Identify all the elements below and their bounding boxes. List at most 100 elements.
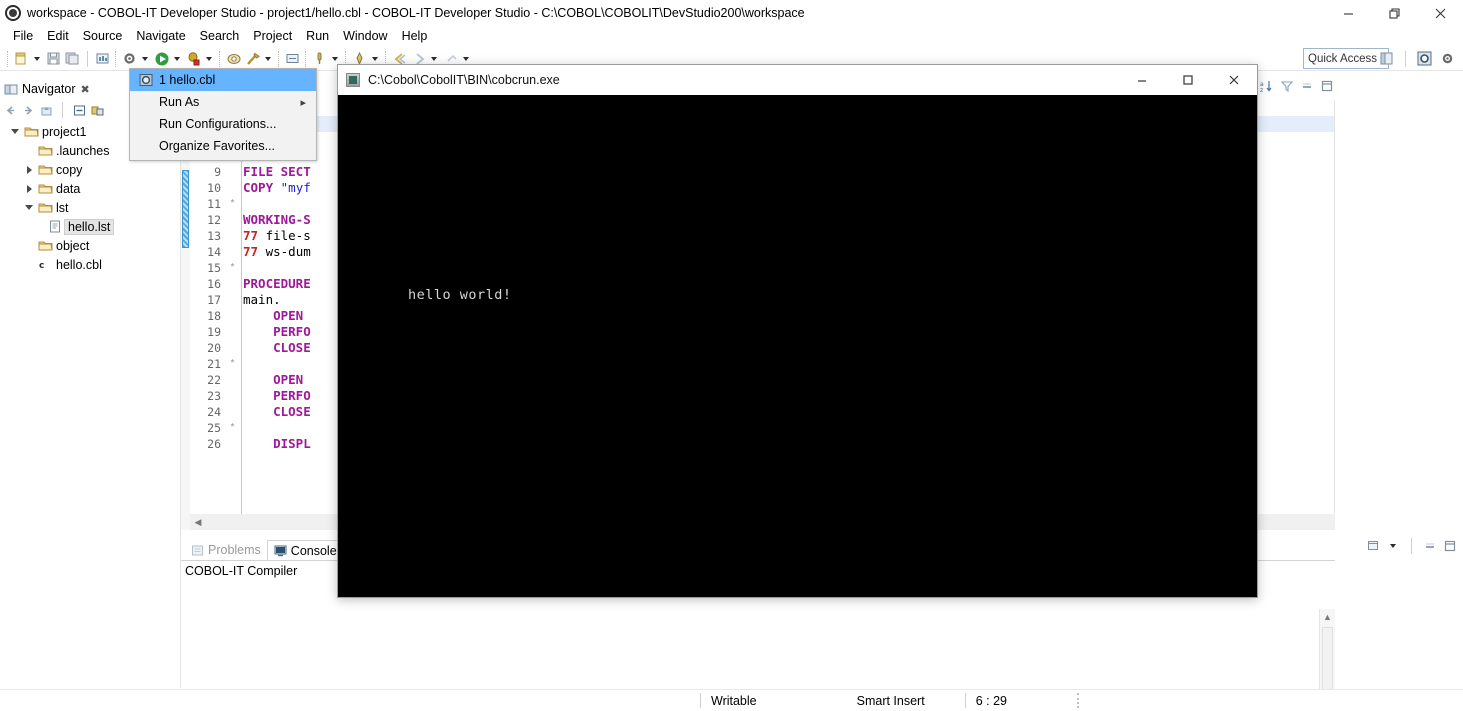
menu-help[interactable]: Help bbox=[395, 27, 435, 45]
fold-marker[interactable] bbox=[224, 340, 241, 356]
menu-item-hello-cbl[interactable]: 1 hello.cbl bbox=[130, 69, 316, 91]
debug-dropdown-icon[interactable] bbox=[203, 51, 214, 67]
fold-marker[interactable]: * bbox=[224, 260, 241, 276]
fold-marker[interactable]: * bbox=[224, 420, 241, 436]
menu-navigate[interactable]: Navigate bbox=[129, 27, 192, 45]
menu-run[interactable]: Run bbox=[299, 27, 336, 45]
tree-item-lst[interactable]: lst bbox=[0, 198, 180, 217]
status-resize-grip[interactable] bbox=[1076, 693, 1081, 708]
open-perspective-icon[interactable] bbox=[1378, 50, 1395, 67]
run-icon[interactable] bbox=[153, 50, 170, 67]
maximize-icon[interactable] bbox=[1165, 65, 1211, 95]
menu-edit[interactable]: Edit bbox=[40, 27, 76, 45]
fold-marker[interactable] bbox=[224, 324, 241, 340]
menu-item-label: Organize Favorites... bbox=[159, 139, 276, 153]
minimize-icon[interactable] bbox=[1119, 65, 1165, 95]
cobol-perspective-icon[interactable] bbox=[1416, 50, 1433, 67]
navigator-panel: Navigator ✖ project1 .launches copy data… bbox=[0, 78, 180, 688]
application-window: workspace - COBOL-IT Developer Studio - … bbox=[0, 0, 1463, 711]
tree-item-copy[interactable]: copy bbox=[0, 160, 180, 179]
close-icon[interactable]: ✖ bbox=[81, 83, 90, 96]
code-token: DISPL bbox=[243, 436, 311, 451]
chevron-down-icon[interactable] bbox=[1387, 538, 1398, 554]
minimize-icon[interactable] bbox=[1423, 539, 1437, 553]
menu-item-organize-favorites[interactable]: Organize Favorites... bbox=[130, 135, 316, 157]
chevron-right-icon[interactable] bbox=[22, 166, 36, 174]
scrollbar-thumb[interactable] bbox=[1322, 627, 1333, 695]
fold-marker[interactable] bbox=[224, 372, 241, 388]
debug-icon[interactable] bbox=[185, 50, 202, 67]
search-dropdown-icon[interactable] bbox=[262, 51, 273, 67]
menu-item-run-configurations[interactable]: Run Configurations... bbox=[130, 113, 316, 135]
fold-gutter[interactable]: ***** bbox=[224, 100, 242, 530]
navigator-tab-label: Navigator bbox=[22, 82, 76, 96]
maximize-icon[interactable] bbox=[1443, 539, 1457, 553]
fold-marker[interactable] bbox=[224, 164, 241, 180]
tree-item-data[interactable]: data bbox=[0, 179, 180, 198]
fold-marker[interactable] bbox=[224, 244, 241, 260]
link-with-editor-icon[interactable] bbox=[90, 103, 104, 117]
tree-item-object[interactable]: object bbox=[0, 236, 180, 255]
maximize-icon[interactable] bbox=[1320, 79, 1334, 93]
line-number: 9 bbox=[214, 165, 221, 179]
up-icon[interactable] bbox=[39, 103, 53, 117]
search-icon[interactable] bbox=[244, 50, 261, 67]
console-output-area[interactable]: hello world! bbox=[338, 95, 1257, 597]
line-number: 15 bbox=[207, 261, 221, 275]
collapse-all-icon[interactable] bbox=[72, 103, 86, 117]
menu-item-run-as[interactable]: Run As ▸ bbox=[130, 91, 316, 113]
debug-perspective-icon[interactable] bbox=[1439, 50, 1456, 67]
build-config-icon[interactable] bbox=[121, 50, 138, 67]
code-token: WORKING-S bbox=[243, 212, 311, 227]
scroll-up-icon[interactable]: ▲ bbox=[1320, 609, 1336, 625]
save-all-icon[interactable] bbox=[64, 50, 81, 67]
menu-project[interactable]: Project bbox=[246, 27, 299, 45]
run-dropdown-icon[interactable] bbox=[171, 51, 182, 67]
open-type-icon[interactable] bbox=[225, 50, 242, 67]
fold-marker[interactable] bbox=[224, 180, 241, 196]
view-menu-icon[interactable] bbox=[1367, 539, 1381, 553]
chevron-right-icon[interactable] bbox=[22, 185, 36, 193]
minimize-icon[interactable] bbox=[1300, 79, 1314, 93]
editor-marker-bar[interactable] bbox=[181, 100, 190, 530]
tree-item-label: hello.lst bbox=[64, 218, 115, 235]
cobcrun-console-window[interactable]: C:\Cobol\CobolIT\BIN\cobcrun.exe hello w… bbox=[337, 64, 1258, 598]
fold-marker[interactable]: * bbox=[224, 196, 241, 212]
folder-icon bbox=[36, 201, 54, 214]
build-icon[interactable] bbox=[94, 50, 111, 67]
scroll-left-icon[interactable]: ◀ bbox=[190, 514, 206, 530]
tab-problems[interactable]: Problems bbox=[185, 540, 267, 560]
chevron-down-icon[interactable] bbox=[8, 129, 22, 134]
fold-marker[interactable] bbox=[224, 292, 241, 308]
tree-item-hello-lst[interactable]: hello.lst bbox=[0, 217, 180, 236]
fold-marker[interactable] bbox=[224, 212, 241, 228]
menu-source[interactable]: Source bbox=[76, 27, 130, 45]
menu-search[interactable]: Search bbox=[193, 27, 247, 45]
tree-item-hello-cbl[interactable]: c hello.cbl bbox=[0, 255, 180, 274]
fold-marker[interactable] bbox=[224, 388, 241, 404]
forward-icon[interactable] bbox=[21, 103, 35, 117]
filter-icon[interactable] bbox=[1280, 79, 1294, 93]
marker-icon[interactable] bbox=[284, 50, 301, 67]
restore-icon[interactable] bbox=[1371, 0, 1417, 26]
fold-marker[interactable] bbox=[224, 308, 241, 324]
fold-marker[interactable] bbox=[224, 276, 241, 292]
minimize-icon[interactable] bbox=[1325, 0, 1371, 26]
chevron-down-icon[interactable] bbox=[22, 205, 36, 210]
close-icon[interactable] bbox=[1211, 65, 1257, 95]
fold-marker[interactable] bbox=[224, 228, 241, 244]
new-file-dropdown-icon[interactable] bbox=[31, 51, 42, 67]
toolbar-grip[interactable] bbox=[7, 50, 9, 67]
sort-icon[interactable]: az bbox=[1260, 79, 1274, 93]
menu-file[interactable]: File bbox=[6, 27, 40, 45]
fold-marker[interactable] bbox=[224, 404, 241, 420]
build-config-dropdown-icon[interactable] bbox=[139, 51, 150, 67]
back-icon[interactable] bbox=[3, 103, 17, 117]
save-icon[interactable] bbox=[45, 50, 62, 67]
menu-window[interactable]: Window bbox=[336, 27, 394, 45]
fold-marker[interactable] bbox=[224, 436, 241, 452]
new-file-icon[interactable] bbox=[13, 50, 30, 67]
bookmark-icon[interactable] bbox=[311, 50, 328, 67]
fold-marker[interactable]: * bbox=[224, 356, 241, 372]
close-icon[interactable] bbox=[1417, 0, 1463, 26]
